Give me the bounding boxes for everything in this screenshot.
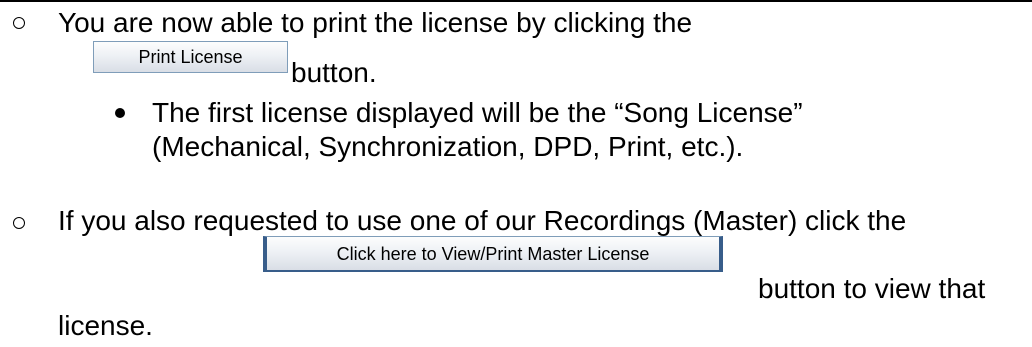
top-divider: [0, 0, 1032, 2]
item2-text: If you also requested to use one of our …: [58, 205, 907, 236]
item2-button-suffix: button to view that: [758, 273, 986, 304]
sub-bullet-line1: The first license displayed will be the …: [152, 97, 803, 128]
print-license-button[interactable]: Print License: [93, 41, 288, 73]
hollow-circle-bullet-icon: [13, 17, 25, 29]
hollow-circle-bullet-icon: [13, 217, 25, 229]
filled-dot-bullet-icon: [115, 108, 125, 118]
sub-bullet-line2: (Mechanical, Synchronization, DPD, Print…: [152, 131, 744, 162]
item1-button-suffix: button.: [291, 57, 377, 88]
item1-text: You are now able to print the license by…: [58, 7, 693, 38]
view-print-master-license-button[interactable]: Click here to View/Print Master License: [263, 236, 723, 272]
item2-continued: license.: [58, 310, 153, 341]
